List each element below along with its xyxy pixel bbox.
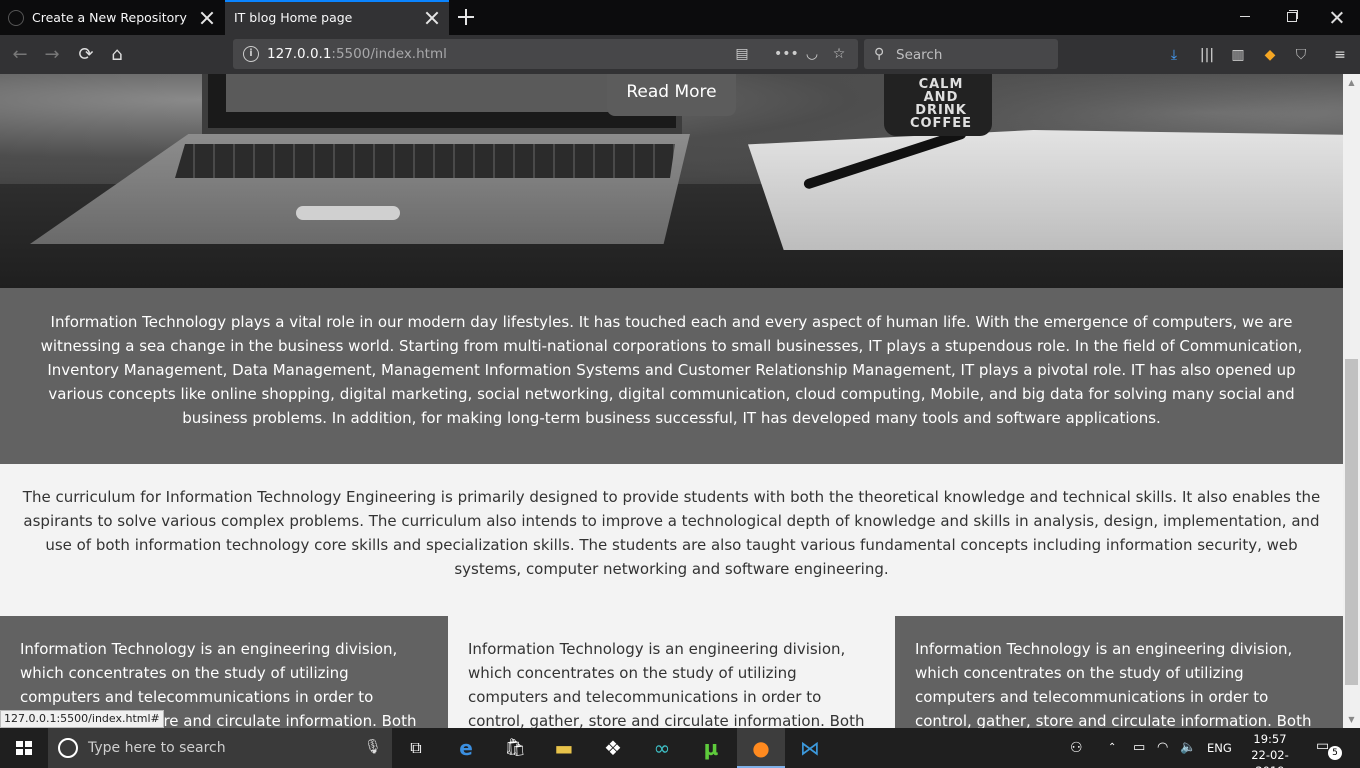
volume-icon[interactable]: 🔈 [1180,728,1196,768]
clock-date: 22-02-2019 [1251,748,1289,768]
cortana-icon [58,738,78,758]
laptop-keyboard [175,144,675,178]
scroll-up-arrow-icon[interactable]: ▲ [1343,74,1360,91]
page-viewport: CALM AND DRINK COFFEE Read More Informat… [0,74,1343,728]
tab-title: Create a New Repository [32,10,187,25]
library-icon[interactable]: ||| [1197,45,1217,65]
windows-logo-icon [16,741,32,755]
forward-button[interactable]: → [38,41,66,69]
curriculum-section: The curriculum for Information Technolog… [0,464,1343,616]
nav-bar: ← → ⟳ ⌂ i 127.0.0.1:5500/index.html ▤ ••… [0,35,1360,74]
dropbox-icon[interactable]: ❖ [589,728,637,768]
scrollbar-thumb[interactable] [1345,359,1358,685]
firefox-icon[interactable]: ● [737,728,785,768]
taskbar-search[interactable]: Type here to search 🎙 [48,728,392,768]
restore-button[interactable] [1268,0,1314,35]
tab-it-blog[interactable]: IT blog Home page [225,0,449,35]
shield-icon[interactable]: ⛉ [1291,45,1311,65]
microphone-icon[interactable]: 🎙 [364,739,382,757]
hero-image: CALM AND DRINK COFFEE Read More [0,74,1343,288]
file-explorer-icon[interactable]: ▬ [540,728,588,768]
reload-button[interactable]: ⟳ [72,41,100,69]
tab-title: IT blog Home page [234,10,353,25]
pocket-icon[interactable]: ◡ [803,45,821,63]
close-window-button[interactable] [1314,0,1360,35]
vscode-icon[interactable]: ⋈ [786,728,834,768]
url-bar[interactable]: i 127.0.0.1:5500/index.html ▤ ••• ◡ ☆ [233,39,858,69]
read-more-button[interactable]: Read More [607,74,736,116]
task-view-icon[interactable]: ⧉ [392,728,440,768]
windows-taskbar: Type here to search 🎙 ⧉ e 🛍 ▬ ❖ ∞ µ ● ⋈ … [0,728,1360,768]
laptop-display [226,74,646,112]
mug-text: CALM AND DRINK COFFEE [909,77,973,131]
feature-column: Information Technology is an engineering… [895,616,1343,728]
url-text[interactable]: 127.0.0.1:5500/index.html [267,46,447,62]
feature-columns: Information Technology is an engineering… [0,616,1343,728]
new-tab-button[interactable] [455,6,477,28]
intro-section: Information Technology plays a vital rol… [0,288,1343,464]
scroll-down-arrow-icon[interactable]: ▼ [1343,711,1360,728]
home-button[interactable]: ⌂ [103,41,131,69]
search-icon: ⚲ [874,46,885,62]
site-info-icon[interactable]: i [243,46,259,62]
search-bar[interactable]: ⚲ Search [864,39,1058,69]
store-icon[interactable]: 🛍 [491,728,539,768]
start-button[interactable] [0,728,48,768]
reader-view-icon[interactable]: ▤ [733,45,751,63]
sidebar-icon[interactable]: ▥ [1228,45,1248,65]
notification-badge: 5 [1328,746,1342,760]
battery-icon[interactable]: ▭ [1133,728,1145,768]
brave-extension-icon[interactable]: ◆ [1260,45,1280,65]
downloads-icon[interactable]: ⤓ [1164,45,1184,65]
back-button[interactable]: ← [6,41,34,69]
github-icon [8,9,24,26]
search-placeholder: Search [896,47,943,63]
close-tab-icon[interactable] [200,11,214,25]
people-icon[interactable]: ⚇ [1070,728,1083,768]
action-center-icon[interactable]: ▭ 5 [1316,738,1342,760]
minimize-button[interactable] [1222,0,1268,35]
notebook-image [748,130,1343,250]
page-actions-icon[interactable]: ••• [774,45,799,63]
coffee-mug-image: CALM AND DRINK COFFEE [884,74,992,136]
tab-bar: Create a New Repository IT blog Home pag… [0,0,1360,35]
close-tab-icon[interactable] [425,11,439,25]
wifi-icon[interactable]: ◠ [1157,728,1168,768]
language-indicator[interactable]: ENG [1207,728,1232,768]
show-hidden-icons-icon[interactable]: ⌃ [1108,728,1116,768]
edge-icon[interactable]: e [442,728,490,768]
utorrent-icon[interactable]: µ [687,728,735,768]
bookmark-star-icon[interactable]: ☆ [830,45,848,63]
page-scrollbar[interactable]: ▲ ▼ [1343,74,1360,728]
arduino-icon[interactable]: ∞ [638,728,686,768]
laptop-touchpad [296,206,400,220]
menu-icon[interactable]: ≡ [1330,45,1350,65]
system-clock[interactable]: 19:57 22-02-2019 [1240,731,1300,768]
link-status-tooltip: 127.0.0.1:5500/index.html# [0,710,164,728]
feature-column: Information Technology is an engineering… [448,616,895,728]
clock-time: 19:57 [1253,732,1287,746]
taskbar-search-placeholder: Type here to search [88,740,226,756]
tab-create-repository[interactable]: Create a New Repository [0,0,224,35]
